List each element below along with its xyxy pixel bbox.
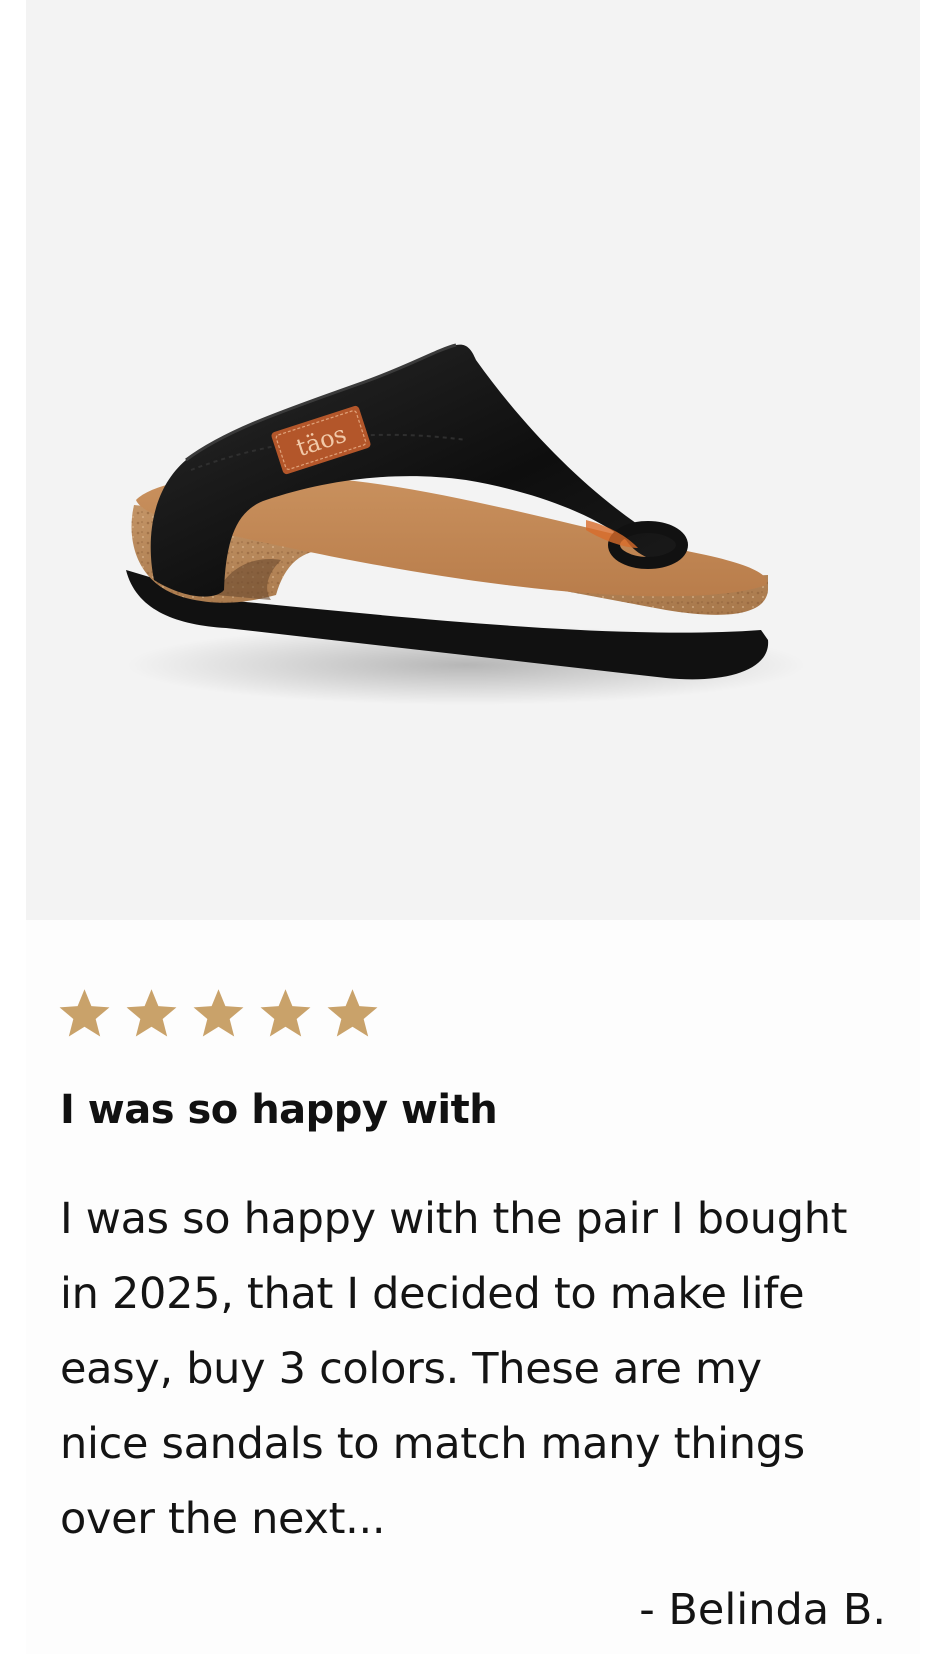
star-icon <box>190 985 247 1042</box>
star-icon <box>123 985 180 1042</box>
product-image: täos <box>26 0 920 920</box>
review-title: I was so happy with <box>60 1087 498 1133</box>
review-card: täos I was so happy with I was so happy … <box>26 0 920 1654</box>
review-body: I was so happy with the pair I bought in… <box>60 1194 848 1544</box>
review-author: - Belinda B. <box>639 1585 886 1635</box>
star-rating <box>56 985 381 1045</box>
star-icon <box>257 985 314 1042</box>
star-icon <box>324 985 381 1042</box>
sandal-illustration: täos <box>126 343 806 705</box>
star-icon <box>56 985 113 1042</box>
